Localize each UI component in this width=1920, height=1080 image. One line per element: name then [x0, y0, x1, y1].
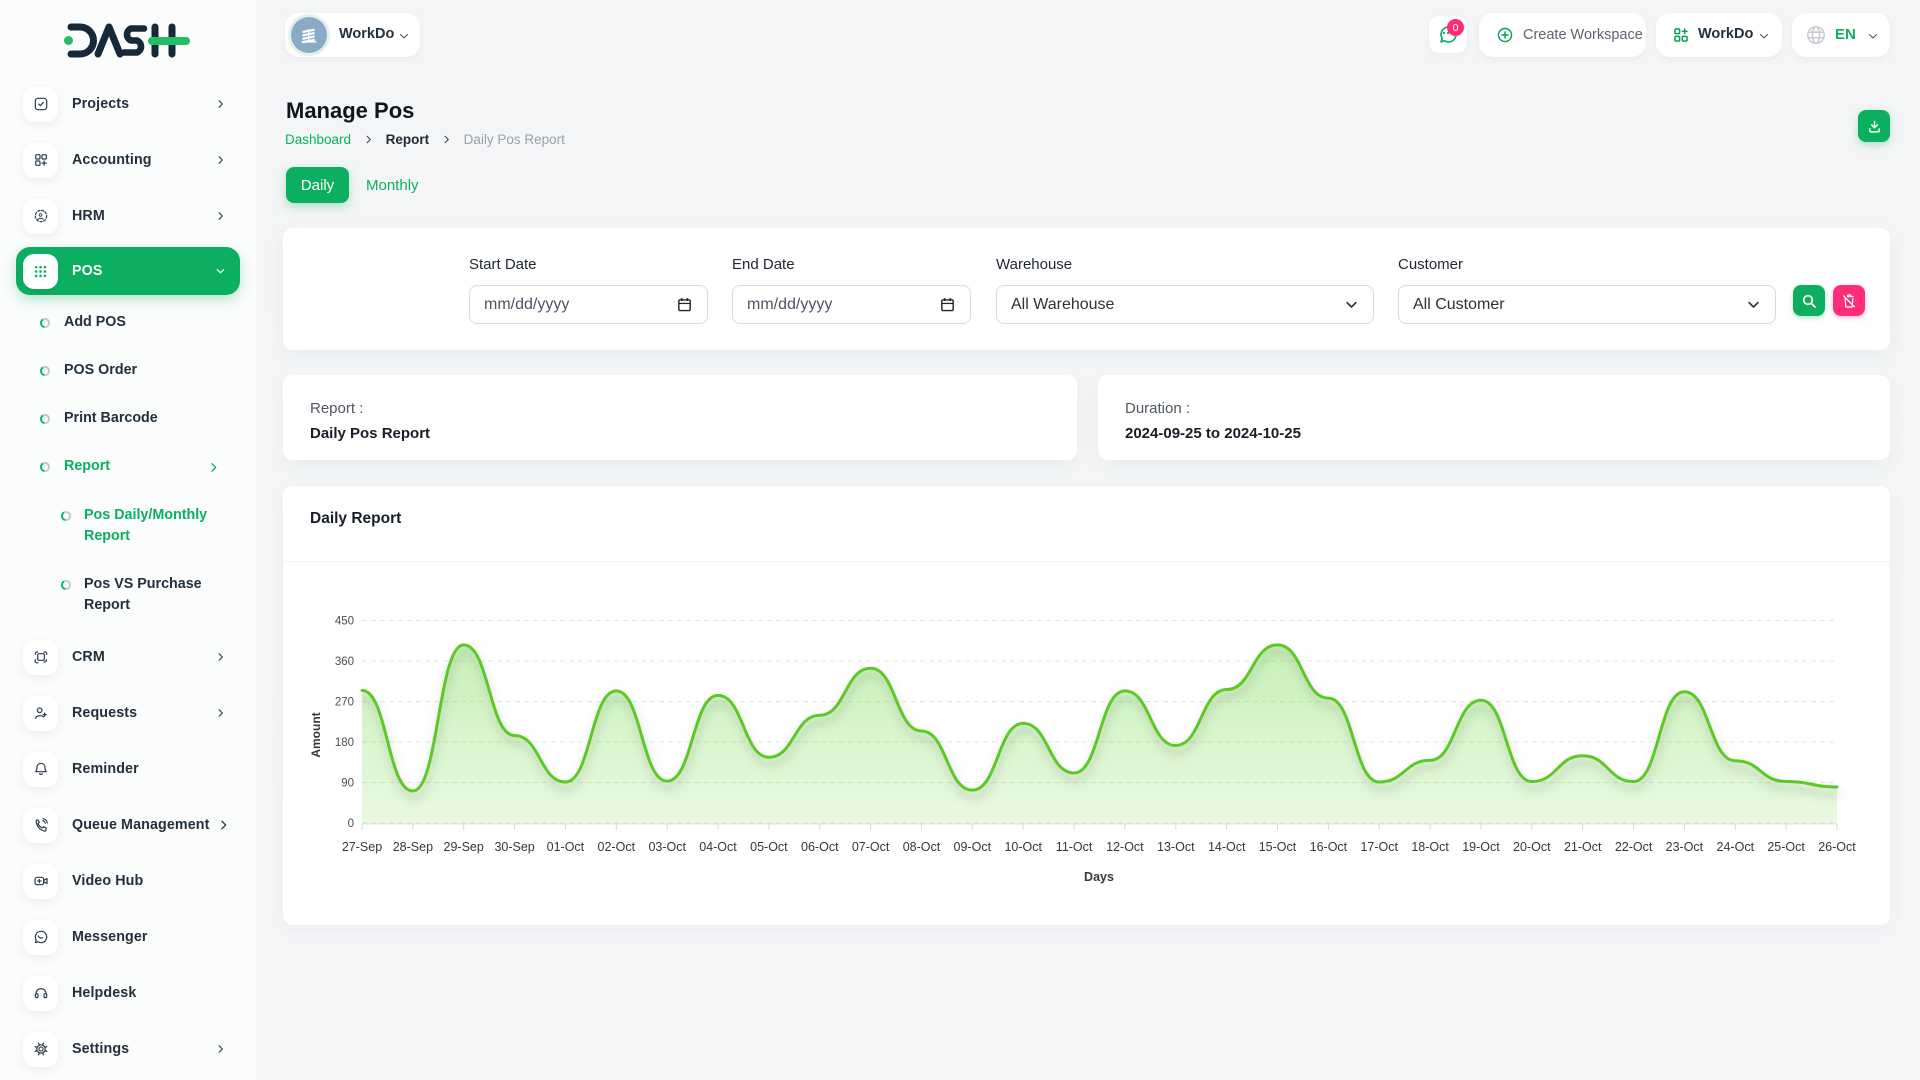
svg-text:06-Oct: 06-Oct	[801, 840, 839, 854]
svg-text:28-Sep: 28-Sep	[393, 840, 433, 854]
svg-text:05-Oct: 05-Oct	[750, 840, 788, 854]
svg-text:30-Sep: 30-Sep	[494, 840, 534, 854]
svg-text:12-Oct: 12-Oct	[1106, 840, 1144, 854]
svg-text:01-Oct: 01-Oct	[547, 840, 585, 854]
svg-text:18-Oct: 18-Oct	[1411, 840, 1449, 854]
svg-text:02-Oct: 02-Oct	[598, 840, 636, 854]
svg-text:10-Oct: 10-Oct	[1004, 840, 1042, 854]
svg-text:0: 0	[348, 818, 354, 830]
svg-text:90: 90	[341, 778, 354, 790]
svg-text:27-Sep: 27-Sep	[342, 840, 382, 854]
svg-text:270: 270	[335, 697, 354, 709]
svg-text:03-Oct: 03-Oct	[648, 840, 686, 854]
svg-text:26-Oct: 26-Oct	[1818, 840, 1856, 854]
svg-text:21-Oct: 21-Oct	[1564, 840, 1602, 854]
svg-text:24-Oct: 24-Oct	[1717, 840, 1755, 854]
svg-text:450: 450	[335, 616, 354, 628]
svg-text:09-Oct: 09-Oct	[954, 840, 992, 854]
svg-text:15-Oct: 15-Oct	[1259, 840, 1297, 854]
svg-text:Amount: Amount	[309, 712, 323, 757]
svg-text:180: 180	[335, 737, 354, 749]
svg-text:08-Oct: 08-Oct	[903, 840, 941, 854]
svg-text:11-Oct: 11-Oct	[1056, 840, 1093, 854]
svg-text:07-Oct: 07-Oct	[852, 840, 890, 854]
svg-text:29-Sep: 29-Sep	[444, 840, 484, 854]
svg-text:20-Oct: 20-Oct	[1513, 840, 1551, 854]
svg-text:Days: Days	[1084, 870, 1114, 884]
svg-text:17-Oct: 17-Oct	[1360, 840, 1398, 854]
svg-text:25-Oct: 25-Oct	[1767, 840, 1805, 854]
svg-text:22-Oct: 22-Oct	[1615, 840, 1653, 854]
svg-text:23-Oct: 23-Oct	[1666, 840, 1704, 854]
svg-text:19-Oct: 19-Oct	[1462, 840, 1500, 854]
svg-text:04-Oct: 04-Oct	[699, 840, 737, 854]
svg-text:360: 360	[335, 656, 354, 668]
svg-text:14-Oct: 14-Oct	[1208, 840, 1246, 854]
svg-text:16-Oct: 16-Oct	[1310, 840, 1348, 854]
svg-text:13-Oct: 13-Oct	[1157, 840, 1195, 854]
